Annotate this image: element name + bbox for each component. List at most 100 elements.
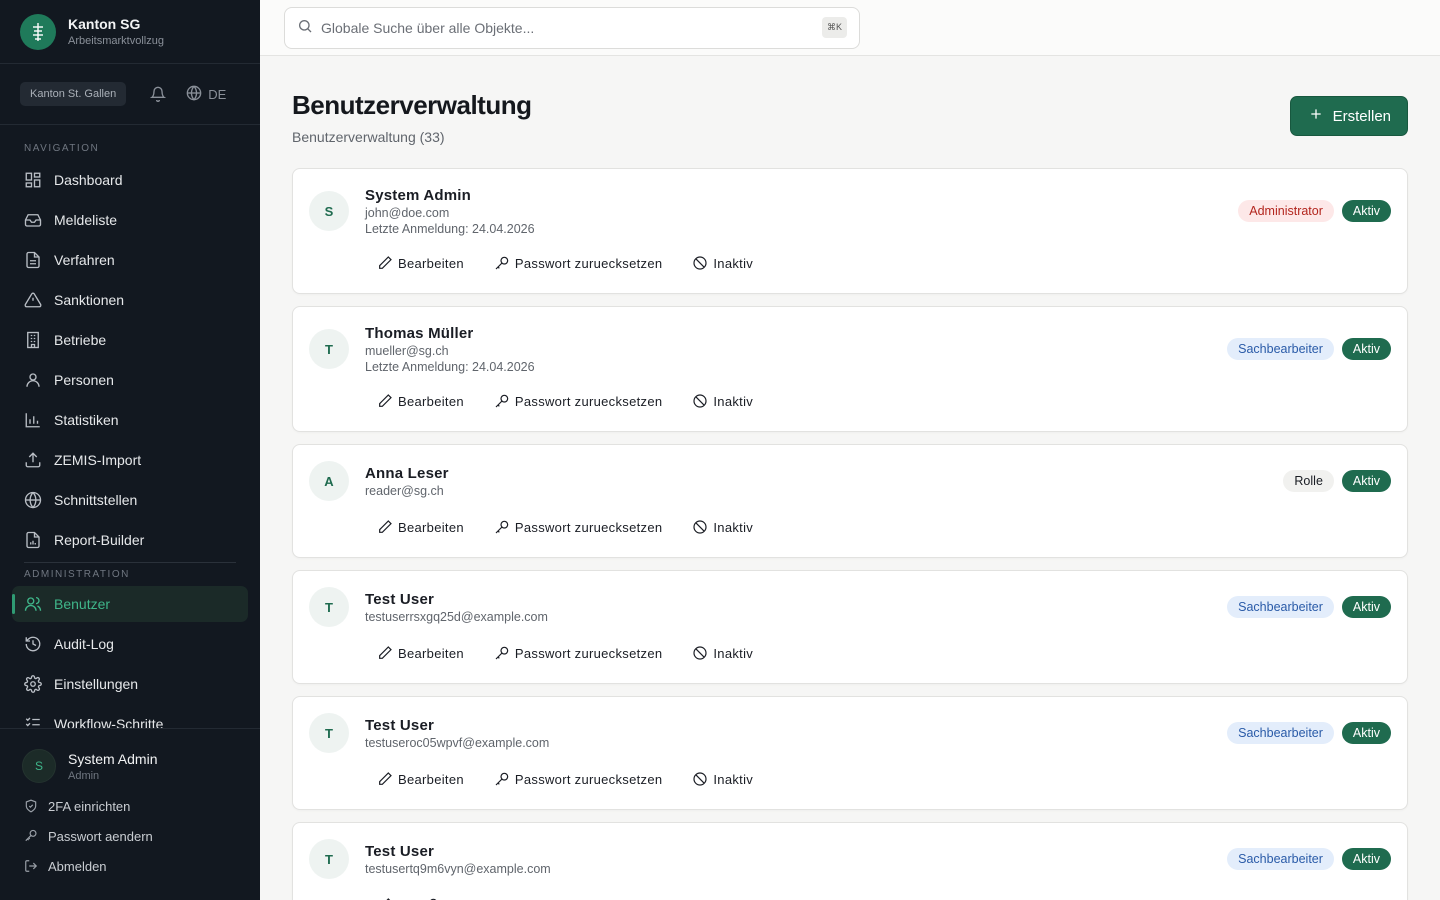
reset-password-button[interactable]: Passwort zuruecksetzen xyxy=(494,255,663,271)
user-actions: Bearbeiten Passwort zuruecksetzen Inakti… xyxy=(377,255,783,271)
gear-icon xyxy=(24,675,42,693)
user-actions: Bearbeiten Passwort zuruecksetzen Inakti… xyxy=(377,645,783,661)
user-name[interactable]: Test User xyxy=(365,843,434,860)
sidebar-item-zemis-import[interactable]: ZEMIS-Import xyxy=(12,442,248,478)
user-actions: Bearbeiten Passwort zuruecksetzen Inakti… xyxy=(377,771,783,787)
ban-icon xyxy=(692,771,708,787)
sidebar-item-betriebe[interactable]: Betriebe xyxy=(12,322,248,358)
user-badges: Sachbearbeiter Aktiv xyxy=(1227,596,1391,618)
sidebar-item-audit-log[interactable]: Audit-Log xyxy=(12,626,248,662)
user-last-login: Letzte Anmeldung: 24.04.2026 xyxy=(365,360,535,374)
reset-password-label: Passwort zuruecksetzen xyxy=(514,771,663,787)
warning-icon xyxy=(24,291,42,309)
user-card: T Test User testusertq9m6vyn@example.com… xyxy=(292,822,1408,900)
change-password-link[interactable]: Passwort aendern xyxy=(0,821,260,851)
create-button[interactable]: Erstellen xyxy=(1289,96,1408,136)
logout-link[interactable]: Abmelden xyxy=(0,851,260,881)
nav-section-label: NAVIGATION xyxy=(24,143,100,154)
deactivate-button[interactable]: Inaktiv xyxy=(692,255,753,271)
reset-password-label: Passwort zuruecksetzen xyxy=(514,255,663,271)
bell-icon[interactable] xyxy=(142,80,174,108)
user-email: testuserrsxgq25d@example.com xyxy=(365,610,548,624)
user-name[interactable]: Anna Leser xyxy=(365,465,449,482)
dashboard-icon xyxy=(24,171,42,189)
sidebar-item-einstellungen[interactable]: Einstellungen xyxy=(12,666,248,702)
sidebar-item-sanktionen[interactable]: Sanktionen xyxy=(12,282,248,318)
edit-button[interactable]: Bearbeiten xyxy=(377,771,464,787)
user-name[interactable]: Test User xyxy=(365,591,434,608)
deactivate-label: Inaktiv xyxy=(713,771,754,787)
sidebar-item-report-builder[interactable]: Report-Builder xyxy=(12,522,248,558)
users-icon xyxy=(24,595,42,613)
create-button-label: Erstellen xyxy=(1332,107,1391,125)
reset-password-label: Passwort zuruecksetzen xyxy=(514,393,663,409)
key-icon xyxy=(494,519,510,535)
global-search[interactable]: ⌘K xyxy=(284,7,860,49)
sidebar-item-label: Schnittstellen xyxy=(54,492,138,508)
upload-icon xyxy=(24,451,42,469)
sidebar-item-label: Verfahren xyxy=(54,252,115,268)
user-email: john@doe.com xyxy=(365,206,450,220)
deactivate-button[interactable]: Inaktiv xyxy=(692,519,753,535)
ban-icon xyxy=(692,519,708,535)
user-name[interactable]: System Admin xyxy=(365,187,471,204)
reset-password-button[interactable]: Passwort zuruecksetzen xyxy=(494,771,663,787)
avatar: S xyxy=(309,191,349,231)
reset-password-button[interactable]: Passwort zuruecksetzen xyxy=(494,519,663,535)
language-label: DE xyxy=(208,86,227,102)
deactivate-button[interactable]: Inaktiv xyxy=(692,645,753,661)
avatar: T xyxy=(309,587,349,627)
edit-button[interactable]: Bearbeiten xyxy=(377,519,464,535)
status-badge: Aktiv xyxy=(1341,848,1391,870)
globe-icon xyxy=(24,491,42,509)
sidebar-item-schnittstellen[interactable]: Schnittstellen xyxy=(12,482,248,518)
edit-button[interactable]: Bearbeiten xyxy=(377,393,464,409)
sidebar-item-meldeliste[interactable]: Meldeliste xyxy=(12,202,248,238)
pencil-icon xyxy=(377,393,393,409)
key-icon xyxy=(494,393,510,409)
brand-header[interactable]: Kanton SG Arbeitsmarktvollzug xyxy=(0,0,260,64)
edit-button[interactable]: Bearbeiten xyxy=(377,255,464,271)
user-name[interactable]: Thomas Müller xyxy=(365,325,473,342)
reset-password-button[interactable]: Passwort zuruecksetzen xyxy=(494,393,663,409)
history-icon xyxy=(24,635,42,653)
deactivate-button[interactable]: Inaktiv xyxy=(692,771,753,787)
sidebar-item-dashboard[interactable]: Dashboard xyxy=(12,162,248,198)
role-badge: Rolle xyxy=(1283,470,1334,492)
admin-section-label: ADMINISTRATION xyxy=(24,569,130,580)
org-selector[interactable]: Kanton St. Gallen xyxy=(20,82,127,106)
pencil-icon xyxy=(377,645,393,661)
user-card: T Test User testuserrsxgq25d@example.com… xyxy=(292,570,1408,684)
logout-label: Abmelden xyxy=(48,858,107,874)
search-input[interactable] xyxy=(321,20,801,36)
ban-icon xyxy=(692,393,708,409)
sidebar-item-personen[interactable]: Personen xyxy=(12,362,248,398)
page-subtitle: Benutzerverwaltung (33) xyxy=(292,129,445,145)
user-actions: Bearbeiten Passwort zuruecksetzen Inakti… xyxy=(377,519,783,535)
report-icon xyxy=(24,531,42,549)
language-switcher[interactable]: DE xyxy=(186,85,226,104)
sidebar-item-statistiken[interactable]: Statistiken xyxy=(12,402,248,438)
edit-button[interactable]: Bearbeiten xyxy=(377,645,464,661)
sidebar-item-verfahren[interactable]: Verfahren xyxy=(12,242,248,278)
pencil-icon xyxy=(377,519,393,535)
user-card: A Anna Leser reader@sg.ch Rolle Aktiv Be… xyxy=(292,444,1408,558)
user-badges: Sachbearbeiter Aktiv xyxy=(1227,338,1391,360)
current-user[interactable]: S System Admin Admin xyxy=(0,729,260,791)
user-badges: Administrator Aktiv xyxy=(1238,200,1391,222)
setup-2fa-link[interactable]: 2FA einrichten xyxy=(0,791,260,821)
sidebar-item-benutzer[interactable]: Benutzer xyxy=(12,586,248,622)
status-badge: Aktiv xyxy=(1341,722,1391,744)
reset-password-label: Passwort zuruecksetzen xyxy=(514,519,663,535)
key-icon xyxy=(494,645,510,661)
reset-password-button[interactable]: Passwort zuruecksetzen xyxy=(494,645,663,661)
page-title: Benutzerverwaltung xyxy=(292,90,532,120)
avatar: S xyxy=(22,749,56,783)
deactivate-button[interactable]: Inaktiv xyxy=(692,393,753,409)
user-name[interactable]: Test User xyxy=(365,717,434,734)
main-content: Benutzerverwaltung Benutzerverwaltung (3… xyxy=(292,56,1408,900)
role-badge: Sachbearbeiter xyxy=(1227,338,1334,360)
document-icon xyxy=(24,251,42,269)
reset-password-label: Passwort zuruecksetzen xyxy=(514,645,663,661)
status-badge: Aktiv xyxy=(1341,200,1391,222)
